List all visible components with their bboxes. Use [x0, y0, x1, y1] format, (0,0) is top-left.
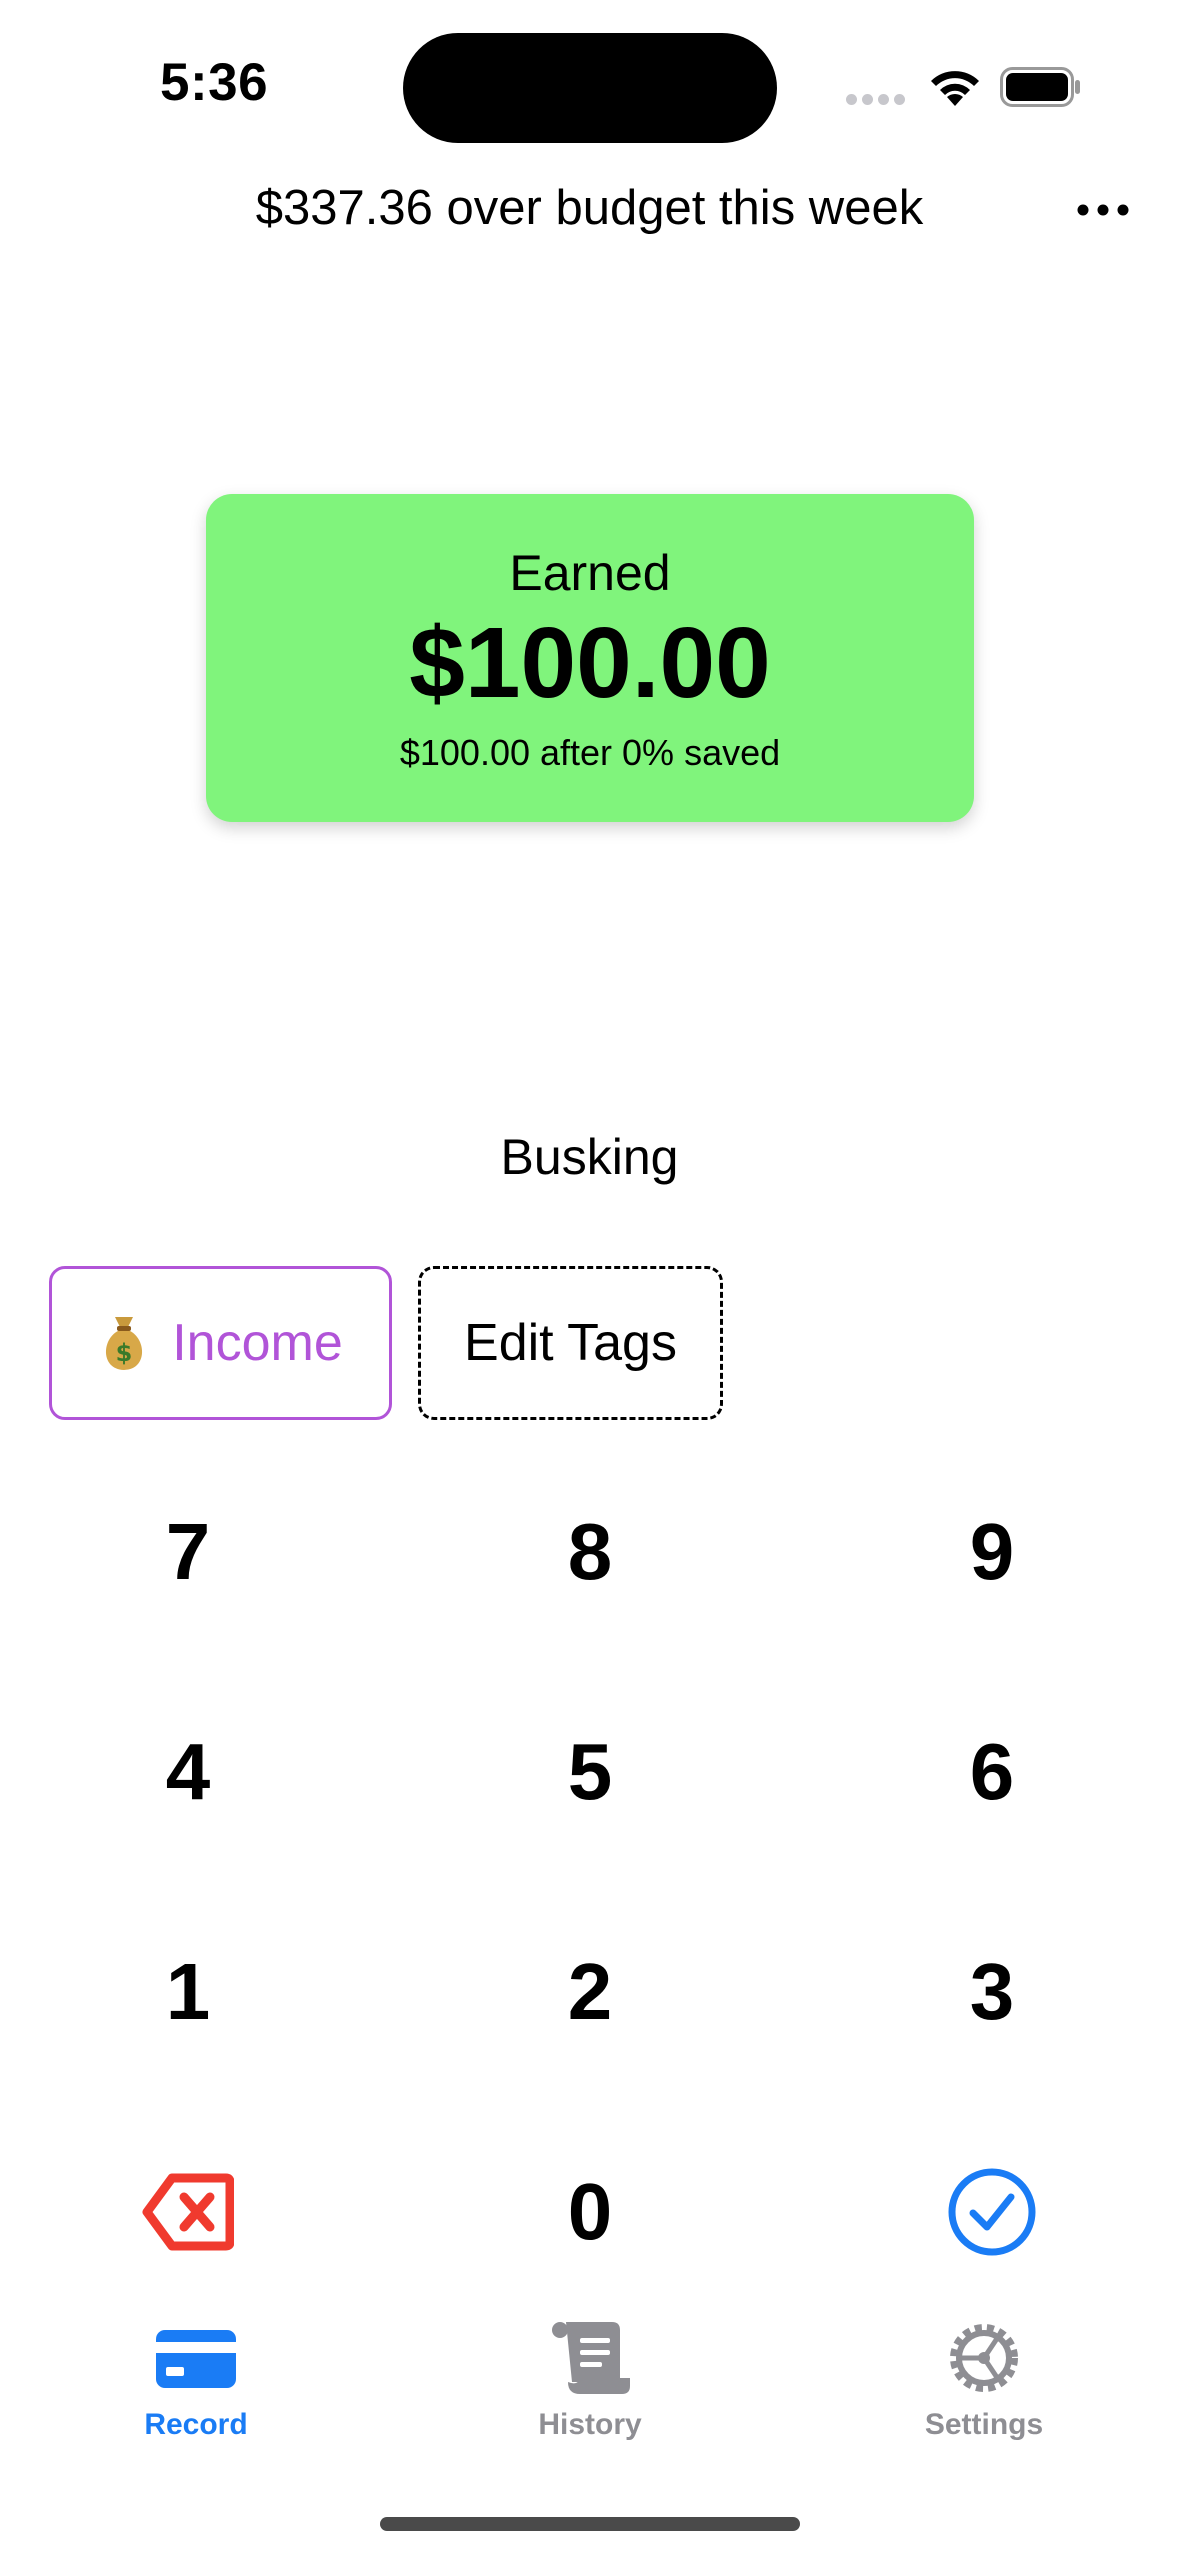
- key-6[interactable]: 6: [862, 1682, 1122, 1862]
- tab-record[interactable]: Record: [66, 2320, 326, 2460]
- scroll-icon: [552, 2322, 630, 2394]
- amount-display: $100.00: [409, 607, 771, 719]
- key-5[interactable]: 5: [460, 1682, 720, 1862]
- saved-detail: $100.00 after 0% saved: [399, 732, 781, 773]
- tab-history-label: History: [538, 2408, 642, 2441]
- battery-icon: [1000, 67, 1080, 107]
- wifi-icon: [931, 71, 979, 106]
- tab-record-label: Record: [144, 2408, 248, 2441]
- money-bag-icon: $: [106, 1317, 143, 1370]
- key-4[interactable]: 4: [58, 1682, 318, 1862]
- cellular-signal-icon: [846, 94, 905, 105]
- key-2[interactable]: 2: [460, 1902, 720, 2082]
- tab-history[interactable]: History: [460, 2320, 720, 2460]
- dynamic-island: [403, 33, 777, 143]
- note-field[interactable]: Busking: [0, 1128, 1179, 1186]
- card-label: Earned: [509, 545, 671, 601]
- key-0[interactable]: 0: [460, 2122, 720, 2302]
- more-options-button[interactable]: [1075, 200, 1131, 220]
- budget-status-title: $337.36 over budget this week: [255, 181, 924, 235]
- income-tag-label: Income: [172, 1314, 343, 1372]
- key-3[interactable]: 3: [862, 1902, 1122, 2082]
- edit-tags-button[interactable]: Edit Tags: [418, 1266, 723, 1420]
- key-7[interactable]: 7: [58, 1462, 318, 1642]
- income-tag-button[interactable]: $ Income: [49, 1266, 392, 1420]
- credit-card-icon: [156, 2330, 236, 2388]
- key-8[interactable]: 8: [460, 1462, 720, 1642]
- tab-settings[interactable]: Settings: [854, 2320, 1114, 2460]
- delete-button[interactable]: [58, 2122, 318, 2302]
- key-1[interactable]: 1: [58, 1902, 318, 2082]
- delete-backward-icon: [142, 2173, 234, 2251]
- svg-text:$: $: [116, 1339, 133, 1367]
- confirm-button[interactable]: [862, 2122, 1122, 2302]
- key-9[interactable]: 9: [862, 1462, 1122, 1642]
- gear-icon: [950, 2324, 1018, 2392]
- status-time: 5:36: [160, 53, 269, 112]
- tab-settings-label: Settings: [924, 2408, 1044, 2441]
- earned-summary-card[interactable]: Earned $100.00 $100.00 after 0% saved: [206, 494, 974, 822]
- home-indicator[interactable]: [380, 2517, 800, 2531]
- checkmark-circle-icon: [948, 2168, 1036, 2256]
